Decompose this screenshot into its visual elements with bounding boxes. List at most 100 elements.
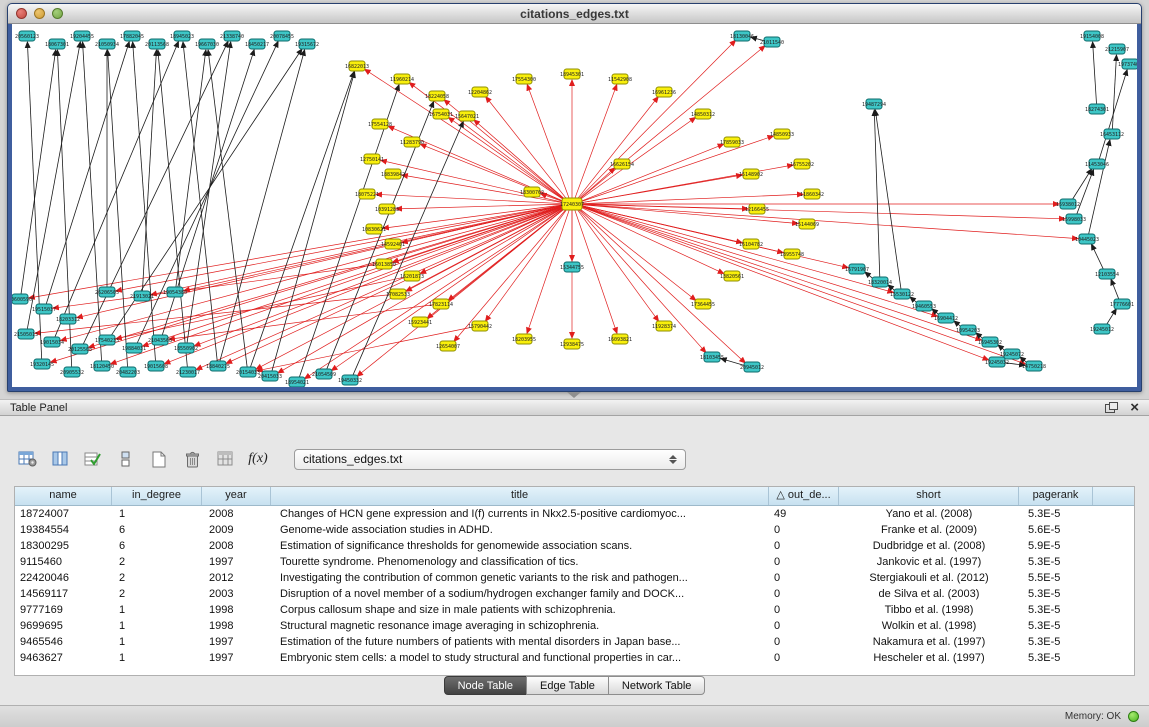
column-header-name[interactable]: name <box>15 487 112 505</box>
close-window-icon[interactable] <box>16 8 27 19</box>
cell-pagerank: 5.9E-5 <box>1019 538 1093 554</box>
table-body: 1872400712008Changes of HCN gene express… <box>15 506 1134 666</box>
graph-edge <box>27 42 80 330</box>
graph-edge <box>137 41 279 344</box>
window-controls <box>16 8 63 19</box>
column-header-year[interactable]: year <box>202 487 271 505</box>
graph-edge <box>578 205 938 316</box>
memory-status-label: Memory: OK <box>1065 711 1121 722</box>
cell-pagerank: 5.5E-5 <box>1019 570 1093 586</box>
cell-year: 2003 <box>202 586 271 602</box>
graph-node-label: 11542908 <box>608 77 632 83</box>
tab-node-table[interactable]: Node Table <box>444 676 527 695</box>
row-height-icon[interactable] <box>113 447 139 471</box>
cell-out_degree: 49 <box>769 506 839 522</box>
graph-node-label: 18839842 <box>381 172 405 178</box>
graph-node-label: 12103554 <box>1095 272 1119 278</box>
table-row[interactable]: 911546021997Tourette syndrome. Phenomeno… <box>15 554 1134 570</box>
cell-in_degree: 6 <box>112 522 202 538</box>
graph-node-label: 21215907 <box>1105 47 1129 53</box>
citation-network-graph[interactable]: 1724030718945301175543001220486216754031… <box>12 24 1137 387</box>
cell-filler <box>1093 650 1134 666</box>
graph-edge <box>1088 140 1110 235</box>
graph-edge <box>250 72 354 369</box>
table-row[interactable]: 2242004622012Investigating the contribut… <box>15 570 1134 586</box>
graph-edge <box>108 50 128 368</box>
graph-node-label: 20078455 <box>270 34 294 40</box>
cell-title: Estimation of significance thresholds fo… <box>271 538 769 554</box>
cell-name: 19384554 <box>15 522 112 538</box>
new-file-icon[interactable] <box>146 447 172 471</box>
table-row[interactable]: 969969511998Structural magnetic resonanc… <box>15 618 1134 634</box>
table-row[interactable]: 1456911722003Disruption of a novel membe… <box>15 586 1134 602</box>
graph-node-label: 20154033 <box>236 370 260 376</box>
cell-pagerank: 5.3E-5 <box>1019 506 1093 522</box>
graph-node-label: 14850933 <box>770 132 794 138</box>
graph-node-label: 20125508 <box>68 347 92 353</box>
cell-name: 22420046 <box>15 570 112 586</box>
network-canvas[interactable]: 1724030718945301175543001220486216754031… <box>12 24 1137 387</box>
cell-name: 9465546 <box>15 634 112 650</box>
graph-node-label: 18274301 <box>1085 107 1109 113</box>
select-rows-icon[interactable] <box>80 447 106 471</box>
column-header-pagerank[interactable]: pagerank <box>1019 487 1093 505</box>
import-table-icon[interactable] <box>212 447 238 471</box>
trash-icon[interactable] <box>179 447 205 471</box>
zoom-window-icon[interactable] <box>52 8 63 19</box>
column-header-title[interactable]: title <box>271 487 769 505</box>
table-row[interactable]: 977716911998Corpus callosum shape and si… <box>15 602 1134 618</box>
function-builder-icon[interactable]: f(x) <box>245 447 271 471</box>
graph-edge <box>576 40 735 201</box>
table-row[interactable]: 946362711997Embryonic stem cells: a mode… <box>15 650 1134 666</box>
graph-node-label: 20482203 <box>116 370 140 376</box>
graph-edge <box>578 165 793 203</box>
window-title-bar[interactable]: citations_edges.txt <box>8 4 1141 24</box>
graph-node-label: 15998033 <box>1062 217 1086 223</box>
table-selector-dropdown[interactable]: citations_edges.txt <box>294 449 686 470</box>
show-columns-icon[interactable] <box>47 447 73 471</box>
float-panel-icon[interactable] <box>1105 402 1118 413</box>
graph-node-label: 18945301 <box>560 72 584 78</box>
table-row[interactable]: 1830029562008Estimation of significance … <box>15 538 1134 554</box>
cell-filler <box>1093 634 1134 650</box>
cell-out_degree: 0 <box>769 650 839 666</box>
graph-edge <box>29 205 566 298</box>
cell-in_degree: 1 <box>112 618 202 634</box>
table-row[interactable]: 1938455462009Genome-wide association stu… <box>15 522 1134 538</box>
graph-node-label: 18954021 <box>285 380 309 386</box>
column-header-short[interactable]: short <box>839 487 1019 505</box>
table-settings-icon[interactable] <box>14 447 40 471</box>
cell-filler <box>1093 506 1134 522</box>
graph-edge <box>1091 244 1104 270</box>
cell-short: Jankovic et al. (1997) <box>839 554 1019 570</box>
minimize-window-icon[interactable] <box>34 8 45 19</box>
tab-edge-table[interactable]: Edge Table <box>526 676 609 695</box>
cell-in_degree: 1 <box>112 506 202 522</box>
table-row[interactable]: 946554611997Estimation of the future num… <box>15 634 1134 650</box>
graph-edge <box>1112 55 1116 130</box>
column-header-in_degree[interactable]: in_degree <box>112 487 202 505</box>
graph-edge <box>116 205 566 291</box>
graph-edge <box>142 50 156 292</box>
graph-node-label: 11928374 <box>652 324 676 330</box>
graph-edge <box>158 50 188 368</box>
dropdown-arrows-icon <box>669 455 677 464</box>
graph-node-label: 18955748 <box>780 252 804 258</box>
graph-node-label: 16791907 <box>845 267 869 273</box>
table-row[interactable]: 1872400712008Changes of HCN gene express… <box>15 506 1134 522</box>
graph-node-label: 20113568 <box>145 42 169 48</box>
graph-node-label: 17859033 <box>720 140 744 146</box>
graph-node-label: 21043568 <box>148 338 172 344</box>
graph-node-label: 16093821 <box>608 337 632 343</box>
graph-edge <box>578 194 803 204</box>
graph-node-label: 19245012 <box>1090 327 1114 333</box>
close-panel-icon[interactable]: × <box>1130 402 1139 413</box>
graph-edge <box>1106 309 1117 326</box>
column-header-out_degree[interactable]: △ out_de... <box>769 487 839 505</box>
graph-node-label: 21505013 <box>14 332 38 338</box>
cell-year: 1997 <box>202 554 271 570</box>
panel-collapse-handle[interactable] <box>567 392 581 398</box>
graph-node-label: 17082533 <box>386 292 410 298</box>
cell-name: 18300295 <box>15 538 112 554</box>
tab-network-table[interactable]: Network Table <box>608 676 706 695</box>
